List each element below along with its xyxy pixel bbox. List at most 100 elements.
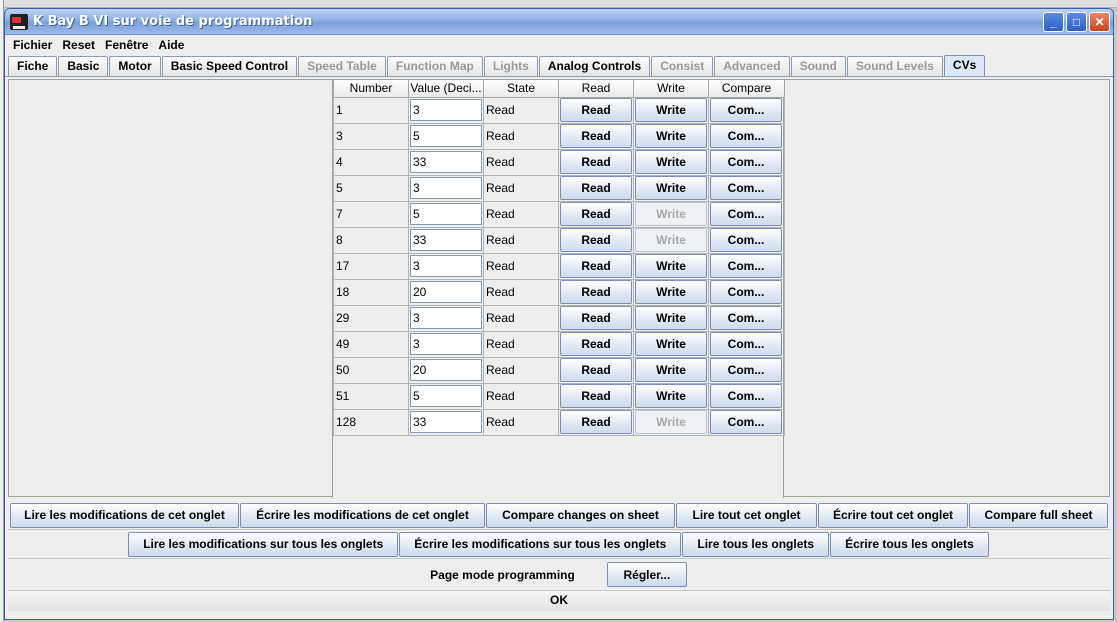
compare-changes-sheet-button[interactable]: Compare changes on sheet — [486, 502, 675, 528]
tab-speed-table[interactable]: Speed Table — [298, 56, 386, 76]
cv-value-field[interactable] — [410, 359, 482, 381]
read-changes-all-button[interactable]: Lire les modifications sur tous les ongl… — [128, 531, 399, 557]
col-write-header[interactable]: Write — [633, 80, 709, 98]
tab-lights[interactable]: Lights — [483, 56, 538, 76]
cv-read-button[interactable]: Read — [560, 254, 632, 278]
write-changes-sheet-button[interactable]: Écrire les modifications de cet onglet — [240, 502, 485, 528]
tab-fiche[interactable]: Fiche — [8, 56, 58, 76]
read-all-button[interactable]: Lire tous les onglets — [682, 531, 830, 557]
compare-full-sheet-button[interactable]: Compare full sheet — [969, 502, 1108, 528]
cv-write-button[interactable]: Write — [635, 332, 707, 356]
cv-write-button[interactable]: Write — [635, 280, 707, 304]
cv-read-button[interactable]: Read — [560, 358, 632, 382]
cv-compare-button[interactable]: Com... — [710, 176, 782, 200]
locomotive-icon — [10, 13, 28, 30]
write-full-sheet-button[interactable]: Écrire tout cet onglet — [818, 502, 968, 528]
cv-compare-button[interactable]: Com... — [710, 358, 782, 382]
tab-basic[interactable]: Basic — [58, 56, 109, 76]
maximize-button[interactable]: □ — [1066, 11, 1087, 32]
cv-value-field[interactable] — [410, 229, 482, 251]
cv-compare-button[interactable]: Com... — [710, 228, 782, 252]
col-state-header[interactable]: State — [483, 80, 559, 98]
cv-compare-cell: Com... — [708, 122, 785, 150]
col-value-header[interactable]: Value (Deci... — [408, 80, 484, 98]
cv-compare-button[interactable]: Com... — [710, 254, 782, 278]
cv-compare-button[interactable]: Com... — [710, 150, 782, 174]
cv-value-field[interactable] — [410, 177, 482, 199]
cv-read-button[interactable]: Read — [560, 384, 632, 408]
menu-fichier[interactable]: Fichier — [8, 38, 57, 52]
cv-write-button[interactable]: Write — [635, 98, 707, 122]
cv-read-button[interactable]: Read — [560, 410, 632, 434]
cv-read-button[interactable]: Read — [560, 332, 632, 356]
cv-value-field[interactable] — [410, 385, 482, 407]
cv-value-field[interactable] — [410, 281, 482, 303]
cv-value-field[interactable] — [410, 333, 482, 355]
cv-value-field[interactable] — [410, 203, 482, 225]
cv-read-button[interactable]: Read — [560, 150, 632, 174]
cv-table-row: 17ReadReadWriteCom... — [333, 252, 785, 280]
cv-read-button[interactable]: Read — [560, 306, 632, 330]
tab-cvs[interactable]: CVs — [943, 55, 986, 76]
tab-advanced[interactable]: Advanced — [714, 56, 790, 76]
cv-write-button[interactable]: Write — [635, 150, 707, 174]
minimize-button[interactable]: _ — [1043, 11, 1064, 32]
read-full-sheet-button[interactable]: Lire tout cet onglet — [676, 502, 817, 528]
write-all-button[interactable]: Écrire tous les onglets — [830, 531, 989, 557]
cv-read-cell: Read — [558, 382, 634, 410]
cv-compare-button[interactable]: Com... — [710, 280, 782, 304]
cv-read-button[interactable]: Read — [560, 228, 632, 252]
cv-compare-button[interactable]: Com... — [710, 384, 782, 408]
cv-compare-button[interactable]: Com... — [710, 410, 782, 434]
set-mode-button[interactable]: Régler... — [606, 562, 687, 587]
col-number-header[interactable]: Number — [333, 80, 409, 98]
cv-table-row: 1ReadReadWriteCom... — [333, 96, 785, 124]
cv-write-button[interactable]: Write — [635, 228, 707, 252]
cv-write-button[interactable]: Write — [635, 410, 707, 434]
cv-value-field[interactable] — [410, 411, 482, 433]
cv-table-container[interactable]: Number Value (Deci... State Read Write C… — [332, 80, 785, 498]
ok-button[interactable]: OK — [8, 591, 1110, 611]
menu-reset[interactable]: Reset — [57, 38, 100, 52]
cv-compare-button[interactable]: Com... — [710, 98, 782, 122]
cv-compare-button[interactable]: Com... — [710, 332, 782, 356]
cv-compare-cell: Com... — [708, 278, 785, 306]
cv-compare-button[interactable]: Com... — [710, 202, 782, 226]
cv-compare-button[interactable]: Com... — [710, 124, 782, 148]
cv-read-button[interactable]: Read — [560, 98, 632, 122]
tab-analog-controls[interactable]: Analog Controls — [538, 56, 651, 76]
cv-write-button[interactable]: Write — [635, 202, 707, 226]
cv-write-button[interactable]: Write — [635, 176, 707, 200]
cv-read-button[interactable]: Read — [560, 124, 632, 148]
menu-aide[interactable]: Aide — [153, 38, 189, 52]
close-button[interactable]: ✕ — [1089, 11, 1110, 32]
cv-value-field[interactable] — [410, 125, 482, 147]
cv-value-field[interactable] — [410, 99, 482, 121]
cv-value-cell — [408, 408, 484, 436]
write-changes-all-button[interactable]: Écrire les modifications sur tous les on… — [399, 531, 682, 557]
menu-fenetre[interactable]: Fenêtre — [100, 38, 153, 52]
tab-basic-speed-control[interactable]: Basic Speed Control — [161, 56, 298, 76]
cv-write-button[interactable]: Write — [635, 358, 707, 382]
cv-state-cell: Read — [483, 226, 559, 254]
cv-value-field[interactable] — [410, 151, 482, 173]
tab-sound[interactable]: Sound — [790, 56, 846, 76]
col-read-header[interactable]: Read — [558, 80, 634, 98]
cv-read-button[interactable]: Read — [560, 280, 632, 304]
tab-sound-levels[interactable]: Sound Levels — [846, 56, 943, 76]
tab-function-map[interactable]: Function Map — [386, 56, 483, 76]
cv-write-button[interactable]: Write — [635, 124, 707, 148]
cv-read-button[interactable]: Read — [560, 202, 632, 226]
cv-value-field[interactable] — [410, 307, 482, 329]
cv-write-button[interactable]: Write — [635, 306, 707, 330]
col-compare-header[interactable]: Compare — [708, 80, 785, 98]
tab-motor[interactable]: Motor — [109, 56, 161, 76]
cv-write-button[interactable]: Write — [635, 254, 707, 278]
tab-consist[interactable]: Consist — [651, 56, 714, 76]
cv-compare-button[interactable]: Com... — [710, 306, 782, 330]
title-bar[interactable]: K Bay B VI sur voie de programmation _ □… — [5, 9, 1113, 35]
cv-write-button[interactable]: Write — [635, 384, 707, 408]
cv-read-button[interactable]: Read — [560, 176, 632, 200]
cv-value-field[interactable] — [410, 255, 482, 277]
read-changes-sheet-button[interactable]: Lire les modifications de cet onglet — [10, 502, 239, 528]
